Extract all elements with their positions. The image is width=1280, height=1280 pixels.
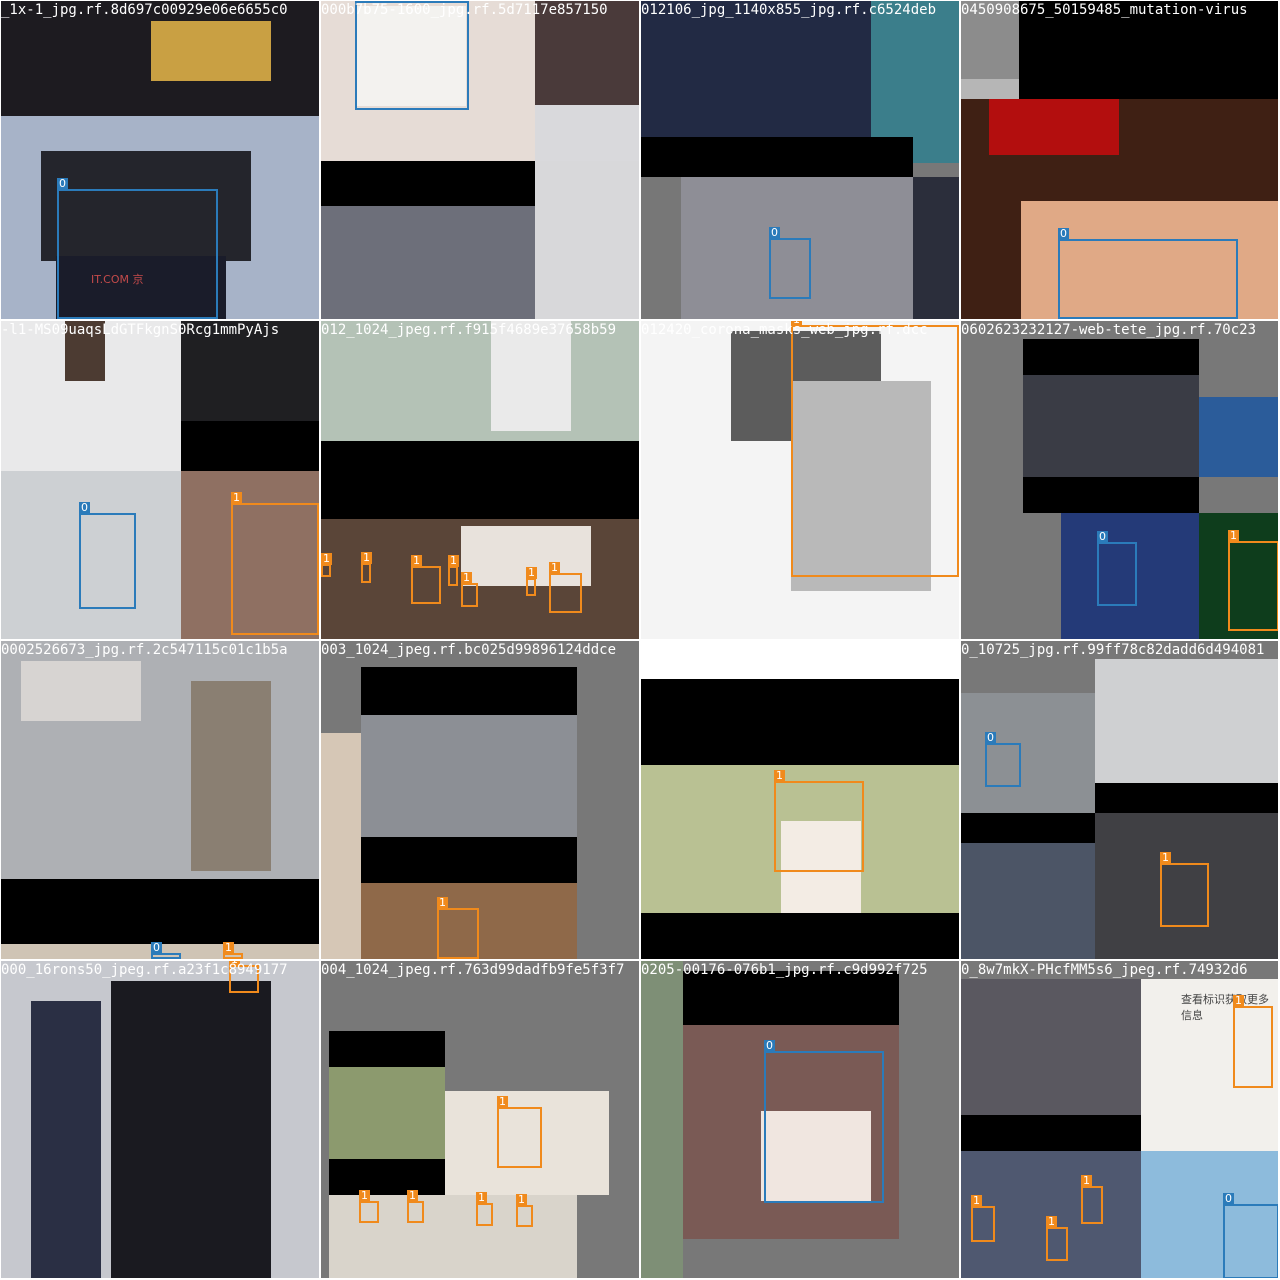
photo-region (1, 944, 319, 959)
photo-region (961, 979, 1141, 1115)
photo-region (329, 1195, 577, 1279)
training-batch-mosaic: IT.COM 京 0 _1x-1_jpg.rf.8d697c00929e06e665… (0, 0, 1280, 1280)
photo-region (321, 206, 535, 319)
photo-region (641, 177, 681, 319)
photo-region (361, 667, 577, 715)
photo-region (1095, 659, 1279, 783)
photo-region (791, 381, 931, 591)
photo-region (191, 681, 271, 871)
photo-region (329, 1159, 445, 1195)
photo-region (781, 821, 861, 913)
photo-region (21, 661, 141, 721)
image-watermark: 查看标识获取更多信息 (1181, 993, 1269, 1022)
mosaic-tile: 0 1 -l1-MS09uaqsLdGTFkgnS0Rcg1mmPyAjs (1, 321, 319, 639)
photo-region (56, 256, 226, 319)
photo-region (1095, 813, 1279, 959)
mosaic-tile: 1000_16rons50_jpeg.rf.a23f1c8949177 (1, 961, 319, 1279)
photo-region (111, 981, 271, 1279)
photo-region (961, 693, 1095, 813)
photo-region (961, 843, 1095, 959)
grid-divider-vertical (959, 0, 961, 1280)
photo-region (683, 971, 899, 1025)
photo-region (321, 161, 535, 206)
photo-region (1199, 397, 1279, 477)
photo-region (641, 679, 959, 765)
photo-region (1, 471, 181, 639)
photo-region (1061, 513, 1199, 639)
photo-region (761, 1111, 871, 1201)
photo-region (181, 321, 319, 421)
photo-region (329, 1031, 445, 1067)
mosaic-tile: 1 0b38c89e16c5c5d0247bb00c2f (641, 641, 959, 959)
mosaic-tile: 0 1 0_10725_jpg.rf.99ff78c82dadd6d494081 (961, 641, 1279, 959)
mosaic-tile: 0 0450908675_50159485_mutation-virus (961, 1, 1279, 319)
photo-region (989, 99, 1119, 155)
photo-region (535, 161, 639, 319)
photo-region (65, 321, 105, 381)
photo-region (321, 441, 639, 519)
photo-region (181, 421, 319, 471)
photo-region (361, 883, 577, 959)
photo-region (641, 913, 959, 959)
photo-region (356, 6, 466, 106)
grid-divider-horizontal (0, 639, 1280, 641)
photo-region (1095, 783, 1279, 813)
photo-region (913, 177, 959, 319)
photo-region (1023, 375, 1199, 477)
mosaic-tile: IT.COM 京 0 _1x-1_jpg.rf.8d697c00929e06e665… (1, 1, 319, 319)
mosaic-tile: 1 1 1 1 1 004_1024_jpeg.rf.763d99dadfb9fe5f3f… (321, 961, 639, 1279)
photo-region (1141, 1151, 1279, 1279)
photo-region (641, 137, 913, 177)
mosaic-tile: 0000b7b75-1600_jpg.rf.5d7117e857150 (321, 1, 639, 319)
mosaic-tile: 1 003_1024_jpeg.rf.bc025d99896124ddce (321, 641, 639, 959)
photo-region (961, 1115, 1141, 1151)
photo-region (361, 715, 577, 837)
mosaic-tile: 0 1 0002526673_jpg.rf.2c547115c01c1b5a (1, 641, 319, 959)
photo-region (491, 321, 571, 431)
photo-region (1019, 1, 1279, 79)
photo-region (361, 837, 577, 883)
photo-region (535, 1, 639, 105)
photo-region (321, 321, 639, 441)
photo-region (1, 879, 319, 944)
photo-region (961, 1, 1019, 79)
photo-region (181, 471, 319, 639)
image-watermark: IT.COM 京 (91, 273, 144, 286)
photo-region (329, 1067, 445, 1159)
photo-region (961, 813, 1095, 843)
photo-region (1199, 513, 1279, 639)
photo-region (151, 21, 271, 81)
grid-divider-horizontal (0, 959, 1280, 961)
mosaic-tile: 1 1 1 1 1 1 1 012_1024_jpeg.rf.f915f4689e37658b… (321, 321, 639, 639)
photo-region (31, 1001, 101, 1279)
photo-region (681, 177, 913, 319)
mosaic-tile: 查看标识获取更多信息 1 1 1 1 0 0_8w7mkX-PHcfMM5s6_jpeg.r… (961, 961, 1279, 1279)
photo-region (961, 1151, 1141, 1279)
mosaic-tile: 0 012106_jpg_1140x855_jpg.rf.c6524deb (641, 1, 959, 319)
photo-region (641, 961, 683, 1279)
mosaic-tile: 1012420_corona_masks_web_jpg.rf.dcc (641, 321, 959, 639)
photo-region (1023, 339, 1199, 375)
photo-region (961, 79, 1019, 99)
photo-region (1023, 477, 1199, 513)
photo-region (535, 105, 639, 161)
photo-region (641, 1, 871, 137)
mosaic-tile: 0 0205-00176-076b1_jpg.rf.c9d992f725 (641, 961, 959, 1279)
photo-region (641, 641, 959, 679)
photo-region (1021, 201, 1279, 319)
photo-region (1019, 79, 1279, 99)
photo-region (41, 151, 251, 261)
mosaic-tile: 0 1 0602623232127-web-tete_jpg.rf.70c23 (961, 321, 1279, 639)
photo-region (461, 526, 591, 586)
photo-region (321, 733, 361, 959)
photo-region (445, 1091, 609, 1195)
